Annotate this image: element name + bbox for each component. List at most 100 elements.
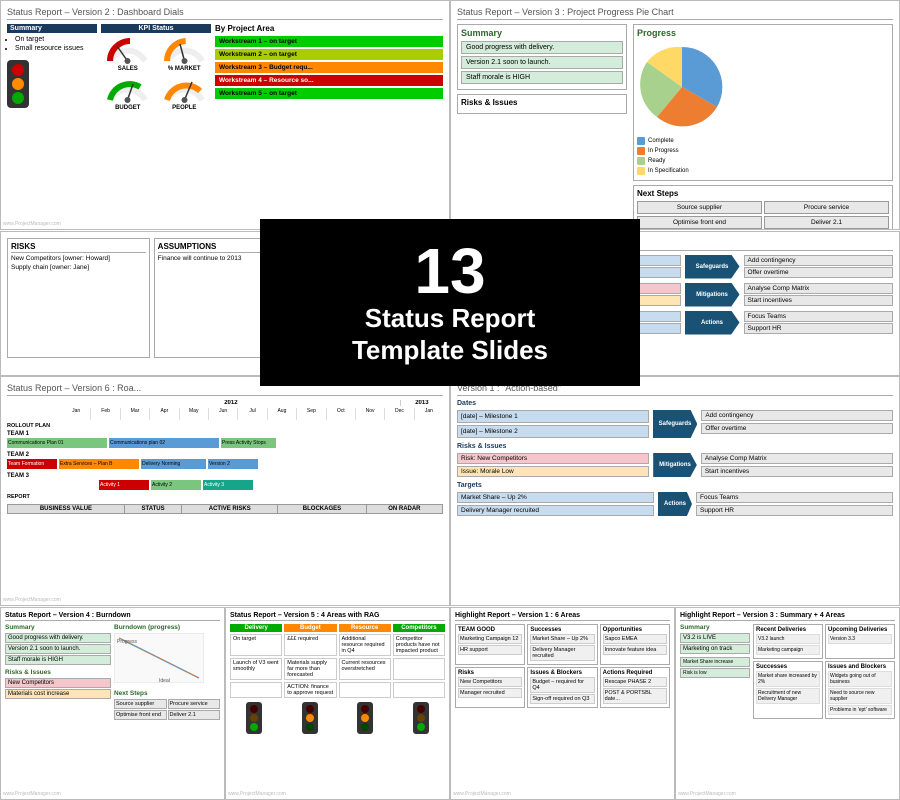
team3-bars: Activity 1 Activity 2 Activity 3: [7, 480, 443, 490]
v6-timeline: 2012 2013 Jan Feb Mar Apr May Jun Jul Au…: [7, 400, 443, 580]
hl3-sum-2: Marketing on track: [680, 644, 750, 654]
report-col-2: STATUS: [124, 505, 181, 514]
team3-bar2: Activity 2: [151, 480, 201, 490]
area-issue-1: Budget – required for Q4: [530, 677, 594, 693]
team3-row: TEAM 3 Activity 1 Activity 2 Activity 3: [7, 473, 443, 490]
proj-item-2: Workstream 2 – on target: [215, 49, 443, 60]
proj-item-3: Workstream 3 – Budget requ...: [215, 62, 443, 73]
risksb-section-header: Risks & Issues: [457, 443, 893, 450]
v2-kpi: KPI Status SALES: [101, 24, 211, 214]
team1-label: TEAM 1: [7, 431, 443, 437]
four-issue-2: Need to source new supplier: [828, 688, 892, 704]
tl-green-sm: [246, 702, 262, 734]
v4-sum-3: Staff morale is HIGH: [5, 655, 111, 665]
gauge-market: % MARKET: [158, 36, 212, 72]
v4-nextsteps-label: Next Steps: [114, 690, 220, 697]
legend-dot-inprogress: [637, 147, 645, 155]
target-action-1: Focus Teams: [696, 492, 893, 503]
four-upcoming-1: Version 3.3: [828, 634, 892, 644]
v1-dates: Dates [date] – Milestone 1 [date] – Mile…: [457, 255, 893, 279]
hl3-right-2: Risk is low: [680, 668, 750, 678]
legend-dot-ready: [637, 157, 645, 165]
proj-item-5: Workstream 5 – on target: [215, 88, 443, 99]
team2-bar1: Team Formation: [7, 459, 57, 469]
v1-mitigation-1: Analyse Comp Matrix: [744, 283, 894, 294]
team2-bar3: Delivery Norming: [141, 459, 206, 469]
v3-risks-box: Risks & Issues: [457, 94, 627, 114]
report-col-1: BUSINESS VALUE: [8, 505, 125, 514]
slide-v5: Status Report – Version 5 : 4 Areas with…: [225, 607, 450, 800]
v3-summary-item-3: Staff morale is HIGH: [461, 71, 623, 84]
mitigation-action-items: Analyse Comp Matrix Start incentives: [701, 453, 893, 477]
hl3-sum-1: V3.2 is LIVE: [680, 633, 750, 643]
v1-date-1: [date] – Milestone 1: [531, 255, 681, 266]
gauge-market-label: % MARKET: [168, 66, 201, 72]
area-success-1: Market Share – Up 2%: [530, 634, 594, 644]
v3-nextsteps-title: Next Steps: [637, 189, 889, 198]
v2-content: Summary On target Small resource issues …: [7, 24, 443, 214]
tl-amber: [12, 78, 24, 90]
area-successes-title: Successes: [530, 627, 594, 633]
rag-budget-1: £££ required: [284, 634, 336, 656]
risk-item-2: Supply chain [owner: Jane]: [11, 264, 146, 271]
v1-target-2: Delivery Manager recruited: [531, 323, 681, 334]
v1-action-2: Support HR: [744, 323, 894, 334]
rag-traffic-lights: [230, 702, 445, 734]
report-label: REPORT: [7, 494, 443, 500]
slide-v6: Status Report – Version 6 : Roa... 2012 …: [0, 376, 450, 606]
hl3-right-1: Market Share increase: [680, 657, 750, 667]
hl3-content: Summary V3.2 is LIVE Marketing on track …: [680, 624, 895, 719]
area-issue-2: Sign-off required on Q3: [530, 694, 594, 704]
svg-text:Ideal: Ideal: [159, 678, 170, 683]
v1-target-1: Market Share – Up 2%: [531, 311, 681, 322]
hl3-summary-label: Summary: [680, 624, 750, 631]
timeline-years: 2012 2013: [7, 400, 443, 406]
main-page: Status Report – Version 2 : Dashboard Di…: [0, 0, 900, 800]
v3-left: Summary Good progress with delivery. Ver…: [457, 24, 627, 230]
rag-resource-2: Current resources overstretched: [339, 658, 391, 680]
rag-delivery-3: [230, 682, 282, 698]
ns-btn-2: Procure service: [764, 201, 889, 214]
risksb-section: Risk: New Competitors Issue: Morale Low …: [457, 453, 893, 477]
team1-bar1: Communications Plan 01: [7, 438, 107, 448]
v1-safeguards-arrow: Safeguards: [685, 255, 740, 279]
area-successes: Successes Market Share – Up 2% Delivery …: [527, 624, 597, 665]
dates-items: [date] – Milestone 1 [date] – Milestone …: [457, 410, 649, 438]
rag-delivery-title: Delivery: [230, 624, 282, 632]
proj-item-4: Workstream 4 – Resource so...: [215, 75, 443, 86]
legend-dot-complete: [637, 137, 645, 145]
v4-risk-2: Materials cost increase: [5, 689, 111, 699]
area-issues: Issues & Blockers Budget – required for …: [527, 667, 597, 708]
rag-resource-3: [339, 682, 391, 698]
area-opportunities: Opportunities Sapco EMEA Innovate featur…: [600, 624, 670, 665]
gauge-budget: BUDGET: [101, 75, 155, 111]
four-issues: Issues and Blockers Widgets going out of…: [825, 661, 895, 719]
v3-content: Summary Good progress with delivery. Ver…: [457, 24, 893, 230]
area-actions: Actions Required Rescape PHASE 2 POST & …: [600, 667, 670, 708]
svg-text:Progress: Progress: [117, 639, 138, 645]
safeguard-action-items: Add contingency Offer overtime: [701, 410, 893, 438]
four-successes: Successes Market share increased by 2% R…: [753, 661, 823, 719]
v1-risks: Risks & Issues Risk: New Competitors Iss…: [457, 283, 893, 307]
v1-risk-items: Risk: New Competitors Issue: Morale Low: [531, 283, 681, 307]
v3-progress-box: Progress C: [633, 24, 893, 181]
v1-full-title-text: Version 1 : "Action-based": [457, 383, 561, 393]
v4-left: Summary Good progress with delivery. Ver…: [5, 624, 111, 720]
v4-risks-label: Risks & Issues: [5, 669, 111, 676]
hl3-title: Highlight Report – Version 3 : Summary +…: [680, 612, 895, 621]
proj-item-1: Workstream 1 – on target: [215, 36, 443, 47]
area-action-hl-1: Rescape PHASE 2: [603, 677, 667, 687]
pie-chart: [637, 42, 727, 132]
gauge-sales: SALES: [101, 36, 155, 72]
team1-bar2: Communications plan 02: [109, 438, 219, 448]
v6-watermark: www.ProjectManager.com: [3, 597, 61, 603]
area-risk-hl-1: New Competitors: [458, 677, 522, 687]
v1-actions-arrow: Actions: [685, 311, 740, 335]
v4-ns-3: Optimise front end: [114, 710, 167, 720]
v3-title-main: Status Report: [457, 7, 512, 17]
ns-btn-1: Source supplier: [637, 201, 762, 214]
v4-title: Status Report – Version 4 : Burndown: [5, 612, 220, 621]
issue-item-1: Re...: [304, 255, 439, 262]
slide-v3: Status Report – Version 3 : Project Prog…: [450, 0, 900, 230]
v4-risk-1: New Competitors: [5, 678, 111, 688]
